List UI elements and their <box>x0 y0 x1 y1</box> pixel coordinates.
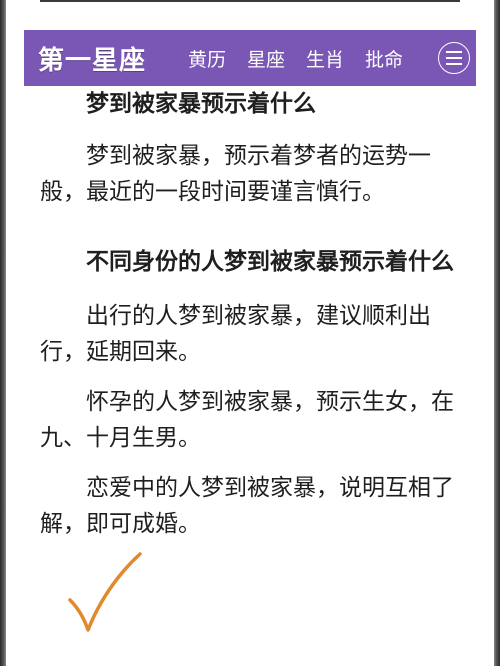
paragraph: 出行的人梦到被家暴，建议顺利出行，延期回来。 <box>40 303 431 365</box>
site-header: 第一星座 黄历 星座 生肖 批命 <box>24 30 476 86</box>
paragraph: 梦到被家暴，预示着梦者的运势一般，最近的一段时间要谨言慎行。 <box>40 143 431 205</box>
screen-right-edge <box>494 0 500 666</box>
nav-item-almanac[interactable]: 黄历 <box>188 45 226 72</box>
hamburger-icon[interactable] <box>438 42 470 74</box>
paragraph: 恋爱中的人梦到被家暴，说明互相了解，即可成婚。 <box>40 475 454 537</box>
paragraph: 怀孕的人梦到被家暴，预示生女，在九、十月生男。 <box>40 389 454 451</box>
handwritten-checkmark-icon <box>68 552 142 632</box>
nav-item-zodiac[interactable]: 生肖 <box>306 45 344 72</box>
nav-item-horoscope[interactable]: 星座 <box>247 45 285 72</box>
main-nav: 黄历 星座 生肖 批命 <box>188 45 424 72</box>
section-heading: 不同身份的人梦到被家暴预示着什么 <box>86 249 454 275</box>
site-logo[interactable]: 第一星座 <box>38 40 168 77</box>
screen-top-edge <box>0 0 500 28</box>
screen-left-edge <box>0 0 6 666</box>
article-body: 梦到被家暴预示着什么 梦到被家暴，预示着梦者的运势一般，最近的一段时间要谨言慎行… <box>40 86 460 542</box>
section-heading: 梦到被家暴预示着什么 <box>86 91 316 117</box>
nav-item-fortune[interactable]: 批命 <box>365 45 403 72</box>
